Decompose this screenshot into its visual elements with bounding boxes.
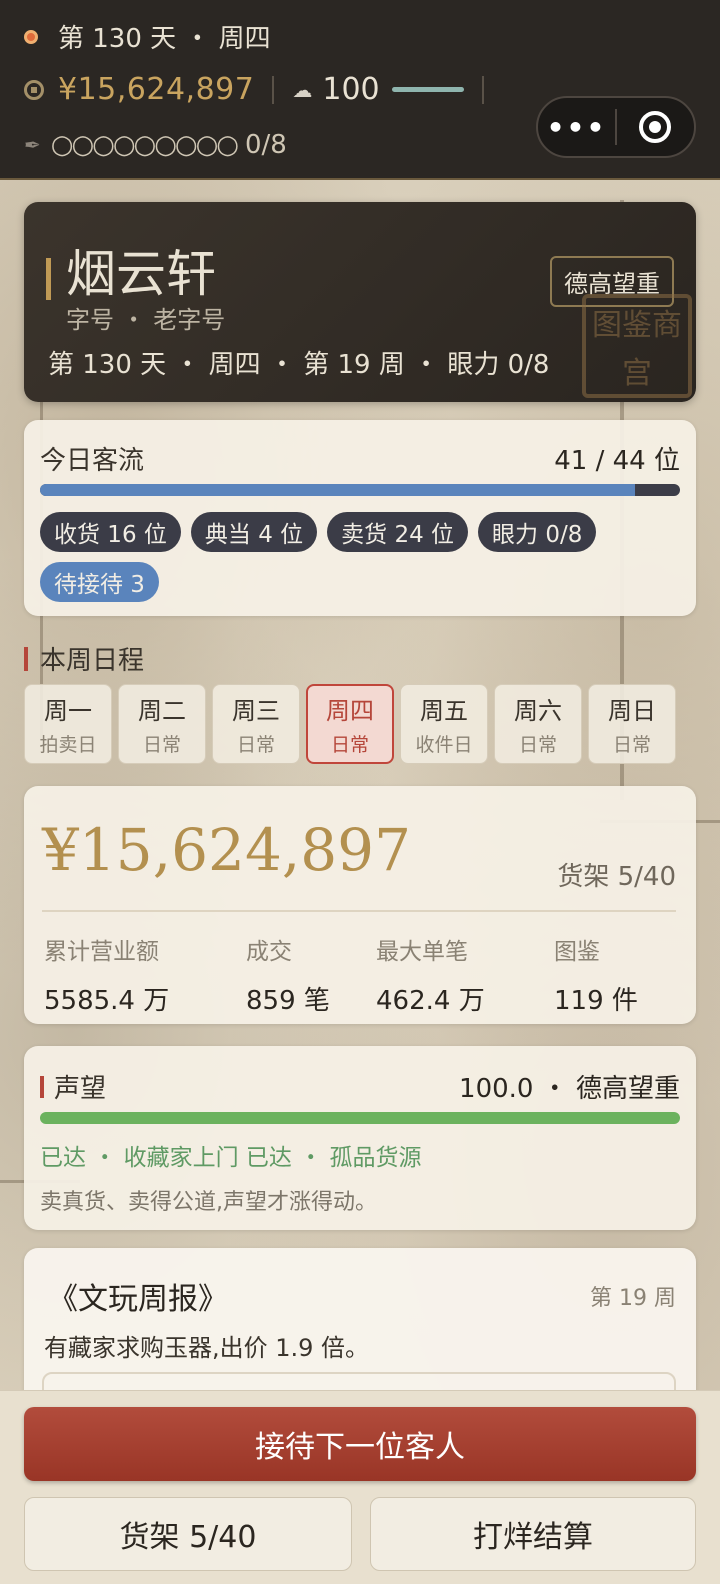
money-display: ¥15,624,897 (58, 72, 255, 107)
stat-value: 859 笔 (246, 986, 330, 1016)
accent-bar (46, 258, 51, 300)
traffic-card: 今日客流 41 / 44 位 收货 16 位 典当 4 位 卖货 24 位 眼力… (24, 420, 696, 616)
stat-value: 462.4 万 (376, 986, 485, 1016)
sun-icon (24, 29, 38, 44)
traffic-progress-bar (40, 484, 680, 496)
receive-next-customer-button[interactable]: 接待下一位客人 (24, 1407, 696, 1481)
eye-count: 0/8 (244, 130, 287, 160)
day-type: 拍卖日 (39, 734, 97, 756)
day-type: 收件日 (415, 734, 473, 756)
accent-bar (24, 646, 28, 671)
eye-slots: ○○○○○○○○○ (50, 130, 239, 160)
stat-catalog: 图鉴 119 件 (554, 932, 638, 1017)
shop-subtitle: 字号 ・ 老字号 (66, 306, 226, 334)
reputation-value: 100.0 ・ 德高望重 (459, 1074, 680, 1104)
miniapp-capsule: ••• (536, 96, 696, 158)
day-type: 日常 (612, 734, 651, 756)
day-label: 周四 (326, 697, 374, 725)
shelf-count: 货架 5/40 (557, 862, 676, 892)
day-label: 周二 (138, 697, 186, 725)
reputation-title: 声望 (40, 1068, 106, 1105)
stat-label: 图鉴 (554, 939, 600, 965)
reputation-progress-fill (40, 1112, 680, 1124)
reputation-mini-bar (391, 87, 464, 92)
day-sunday[interactable]: 周日 日常 (588, 684, 676, 764)
divider (481, 75, 484, 104)
day-label: 周六 (514, 697, 562, 725)
week-title-label: 本周日程 (40, 646, 145, 676)
reputation-title-label: 声望 (54, 1074, 107, 1104)
day-saturday[interactable]: 周六 日常 (494, 684, 582, 764)
traffic-title: 今日客流 (40, 446, 145, 476)
reputation-value: 100 (322, 72, 380, 107)
reputation-desc: 卖真货、卖得公道,声望才涨得动。 (40, 1190, 377, 1215)
chip-pending[interactable]: 待接待 3 (40, 562, 159, 602)
day-wednesday[interactable]: 周三 日常 (212, 684, 300, 764)
day-type: 日常 (330, 734, 369, 756)
more-menu-button[interactable]: ••• (538, 111, 615, 144)
day-monday[interactable]: 周一 拍卖日 (24, 684, 112, 764)
money-total: ¥15,624,897 (42, 816, 411, 884)
stat-max-deal: 最大单笔 462.4 万 (376, 932, 485, 1017)
shop-card: 烟云轩 字号 ・ 老字号 第 130 天 ・ 周四 ・ 第 19 周 ・ 眼力 … (24, 202, 696, 402)
day-friday[interactable]: 周五 收件日 (400, 684, 488, 764)
chip-eye: 眼力 0/8 (478, 512, 597, 552)
stat-value: 119 件 (554, 986, 638, 1016)
day-thursday[interactable]: 周四 日常 (306, 684, 394, 764)
reputation-progress-bar (40, 1112, 680, 1124)
coin-icon (24, 79, 44, 100)
accent-bar (40, 1075, 44, 1098)
shelf-button[interactable]: 货架 5/40 (24, 1497, 352, 1571)
brush-icon: ✒ (24, 133, 41, 157)
chip-sell: 卖货 24 位 (327, 512, 469, 552)
day-label: 周一 (44, 697, 92, 725)
cloud-icon: ☁ (292, 77, 313, 102)
traffic-count: 41 / 44 位 (554, 446, 680, 476)
stat-label: 累计营业额 (44, 939, 159, 965)
close-miniapp-button[interactable] (617, 111, 694, 143)
finance-card: ¥15,624,897 货架 5/40 累计营业额 5585.4 万 成交 85… (24, 786, 696, 1024)
status-bar: 第 130 天 ・ 周四 ¥15,624,897 ☁ 100 ✒ ○○○○○○○… (0, 0, 720, 180)
day-label: 周五 (420, 697, 468, 725)
news-body: 有藏家求购玉器,出价 1.9 倍。 (44, 1334, 370, 1362)
bottom-action-bar: 接待下一位客人 货架 5/40 打烊结算 (0, 1390, 720, 1584)
week-schedule-title: 本周日程 (24, 640, 144, 677)
news-title: 《文玩周报》 (48, 1282, 228, 1317)
shop-info: 第 130 天 ・ 周四 ・ 第 19 周 ・ 眼力 0/8 (48, 350, 550, 380)
news-week: 第 19 周 (590, 1286, 676, 1311)
day-indicator: 第 130 天 ・ 周四 (58, 24, 271, 54)
target-icon (639, 111, 672, 143)
traffic-progress-fill (40, 484, 636, 496)
stat-value: 5585.4 万 (44, 986, 170, 1016)
day-type: 日常 (518, 734, 557, 756)
stat-label: 最大单笔 (376, 939, 468, 965)
day-type: 日常 (142, 734, 181, 756)
stat-label: 成交 (246, 939, 292, 965)
reputation-card: 声望 100.0 ・ 德高望重 已达 ・ 收藏家上门 已达 ・ 孤品货源 卖真货… (24, 1046, 696, 1230)
day-type: 日常 (236, 734, 275, 756)
reputation-unlocks: 已达 ・ 收藏家上门 已达 ・ 孤品货源 (40, 1145, 422, 1171)
day-label: 周日 (608, 697, 656, 725)
divider (272, 75, 275, 104)
stat-deals: 成交 859 笔 (246, 932, 330, 1017)
close-shop-button[interactable]: 打烊结算 (370, 1497, 696, 1571)
seal-stamp: 图鉴商宫 (582, 294, 692, 398)
day-label: 周三 (232, 697, 280, 725)
day-tuesday[interactable]: 周二 日常 (118, 684, 206, 764)
stat-turnover: 累计营业额 5585.4 万 (44, 932, 169, 1017)
divider (42, 910, 676, 912)
shop-name: 烟云轩 (66, 245, 216, 303)
chip-pawn: 典当 4 位 (190, 512, 318, 552)
week-days: 周一拍卖日 周二日常 周三日常 周四日常 周五收件日 周六日常 周日日常 (24, 684, 720, 764)
traffic-chips: 收货 16 位 典当 4 位 卖货 24 位 眼力 0/8 待接待 3 (40, 512, 680, 602)
chip-buy: 收货 16 位 (40, 512, 181, 552)
